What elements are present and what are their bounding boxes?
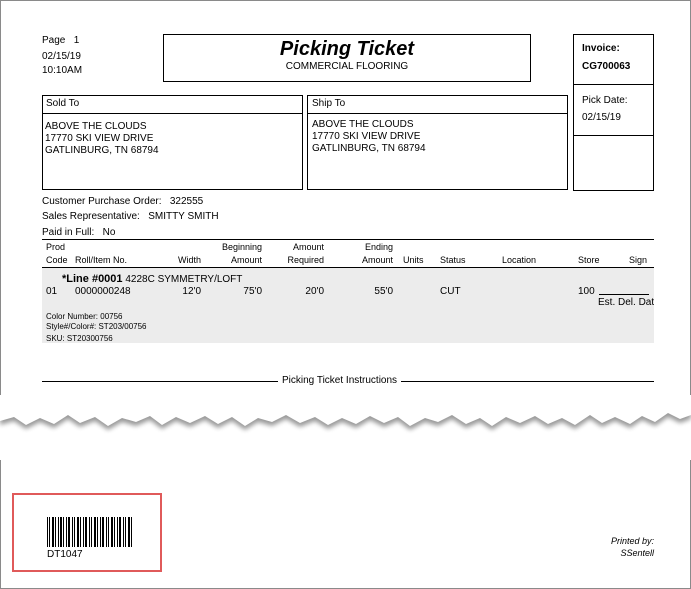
rep-value: SMITTY SMITH <box>148 211 219 222</box>
color-number: Color Number: 00756 <box>46 312 123 321</box>
printed-by-label: Printed by: <box>610 536 654 546</box>
ship-to-box: Ship To ABOVE THE CLOUDS 17770 SKI VIEW … <box>307 95 568 190</box>
printed-by-user: SSentell <box>620 548 654 558</box>
col-units: Units <box>403 255 424 265</box>
line-status: CUT <box>440 286 461 297</box>
line-prod-code: 01 <box>46 286 58 297</box>
table-top-rule <box>42 239 654 240</box>
page-number: 1 <box>73 35 80 46</box>
paid-label: Paid in Full: <box>42 227 95 238</box>
po-value: 322555 <box>169 196 204 207</box>
col-roll-item: Roll/Item No. <box>75 255 128 265</box>
ship-to-line: 17770 SKI VIEW DRIVE <box>312 131 421 142</box>
sign-line <box>599 294 649 295</box>
pick-date-value: 02/15/19 <box>582 112 621 123</box>
line-roll-item: 0000000248 <box>75 286 131 297</box>
barcode-text: DT1047 <box>47 549 83 560</box>
sold-to-label: Sold To <box>46 98 80 109</box>
ship-to-address: ABOVE THE CLOUDS 17770 SKI VIEW DRIVE GA… <box>312 119 426 155</box>
col-store: Store <box>578 255 600 265</box>
line-item-header: *Line #0001 4228C SYMMETRY/LOFT <box>62 273 242 286</box>
col-location: Location <box>502 255 537 265</box>
title-box: Picking Ticket COMMERCIAL FLOORING <box>163 34 531 82</box>
page-subtitle: COMMERCIAL FLOORING <box>285 61 409 72</box>
sales-rep: Sales Representative: SMITTY SMITH <box>42 211 219 223</box>
print-time: 10:10AM <box>42 65 83 76</box>
line-details: Color Number: 00756 Style#/Color#: ST203… <box>46 312 147 344</box>
sold-to-box: Sold To ABOVE THE CLOUDS 17770 SKI VIEW … <box>42 95 303 190</box>
customer-po: Customer Purchase Order: 322555 <box>42 196 203 208</box>
est-del-date: Est. Del. Dat <box>598 297 654 308</box>
print-date: 02/15/19 <box>42 51 81 62</box>
invoice-box: Invoice: CG700063 Pick Date: 02/15/19 <box>573 34 654 191</box>
col-prod-code: Prod Code <box>46 242 68 265</box>
po-label: Customer Purchase Order: <box>42 196 162 207</box>
col-beginning-amount: Beginning Amount <box>221 242 262 265</box>
torn-edge-top <box>0 395 691 430</box>
sold-to-address: ABOVE THE CLOUDS 17770 SKI VIEW DRIVE GA… <box>45 121 159 157</box>
ship-to-line: ABOVE THE CLOUDS <box>312 119 414 130</box>
style-color: Style#/Color#: ST203/00756 <box>46 322 147 331</box>
instructions-label: Picking Ticket Instructions <box>278 375 402 387</box>
line-number: *Line #0001 <box>62 273 123 285</box>
col-width: Width <box>177 255 201 265</box>
pick-date-label: Pick Date: <box>582 95 628 106</box>
page-info: Page 1 02/15/19 10:10AM <box>42 35 82 77</box>
sku: SKU: ST20300756 <box>46 334 113 343</box>
line-description: 4228C SYMMETRY/LOFT <box>125 274 243 285</box>
col-sign: Sign <box>629 255 648 265</box>
invoice-number: CG700063 <box>582 61 631 72</box>
barcode-icon <box>47 517 132 547</box>
page-label: Page <box>42 35 66 46</box>
invoice-label: Invoice: <box>582 43 620 54</box>
line-ending-amount: 55'0 <box>374 286 393 297</box>
col-status: Status <box>440 255 466 265</box>
sold-to-line: ABOVE THE CLOUDS <box>45 121 147 132</box>
invoice-divider-2 <box>574 135 653 136</box>
ship-to-line: GATLINBURG, TN 68794 <box>312 143 426 154</box>
page-title: Picking Ticket <box>279 38 415 60</box>
line-beginning-amount: 75'0 <box>243 286 262 297</box>
sold-to-line: GATLINBURG, TN 68794 <box>45 145 159 156</box>
line-amount-required: 20'0 <box>305 286 324 297</box>
sold-to-line: 17770 SKI VIEW DRIVE <box>45 133 154 144</box>
line-width: 12'0 <box>182 286 201 297</box>
paid-in-full: Paid in Full: No <box>42 227 115 239</box>
ship-to-label: Ship To <box>312 98 346 109</box>
paid-value: No <box>102 227 116 238</box>
invoice-divider <box>574 84 653 85</box>
line-store: 100 <box>578 286 595 297</box>
rep-label: Sales Representative: <box>42 211 140 222</box>
col-ending-amount: Ending Amount <box>361 242 393 265</box>
col-amount-required: Amount Required <box>287 242 324 265</box>
printed-by: Printed by: SSentell <box>570 535 654 559</box>
